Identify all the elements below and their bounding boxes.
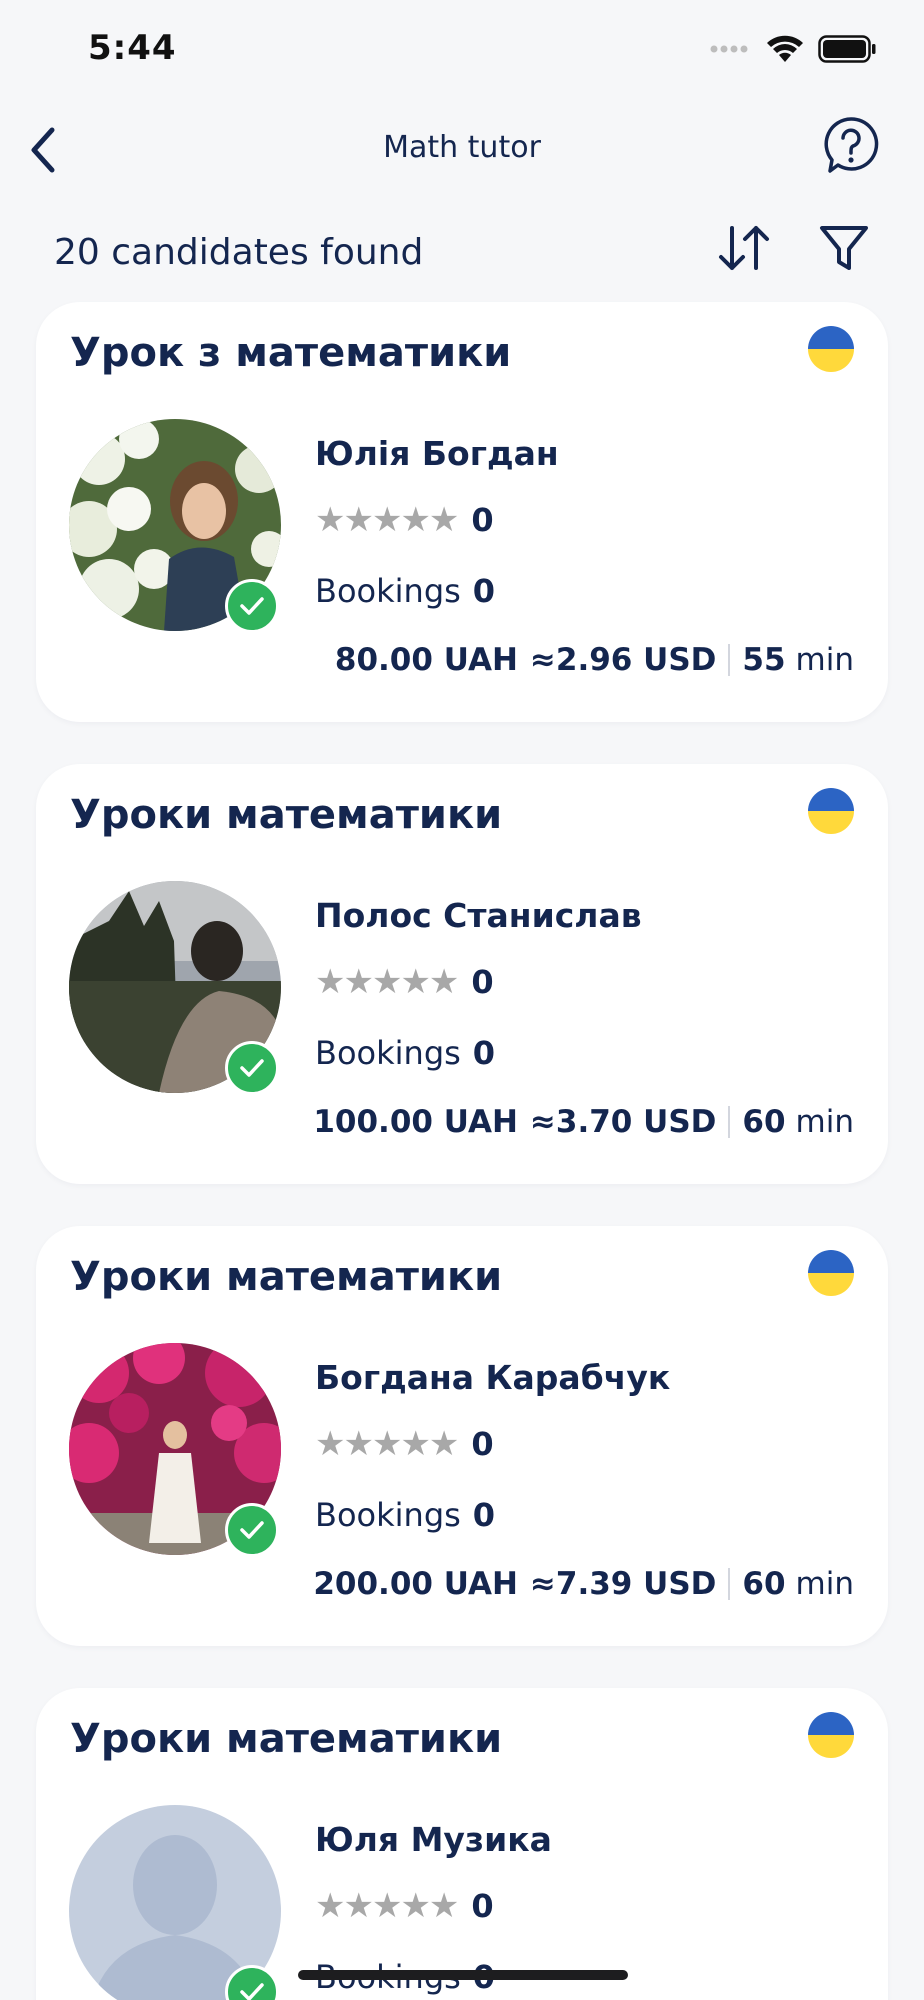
star-rating-icon: ★★★★★: [315, 1424, 459, 1464]
tutor-name: Юля Музика: [315, 1820, 552, 1859]
tutor-name: Юлія Богдан: [315, 434, 559, 473]
duration-unit: min: [795, 1566, 854, 1602]
bookings-label: Bookings: [315, 572, 461, 610]
rating-value: 0: [471, 1425, 494, 1463]
rating-value: 0: [471, 963, 494, 1001]
duration-value: 60: [742, 1104, 786, 1140]
card-title: Урок з математики: [70, 330, 512, 376]
cellular-signal-icon: [710, 45, 748, 53]
star-rating-icon: ★★★★★: [315, 962, 459, 1002]
star-rating-icon: ★★★★★: [315, 1886, 459, 1926]
duration-value: 60: [742, 1566, 786, 1602]
duration-unit: min: [795, 1104, 854, 1140]
nav-bar: Math tutor: [0, 100, 924, 200]
sort-icon[interactable]: [716, 222, 772, 274]
divider: [728, 644, 731, 676]
tutor-card[interactable]: Урок з математики Юлія Богдан ★★★★★ 0 Bo…: [36, 302, 888, 722]
rating: ★★★★★ 0: [315, 500, 494, 540]
results-count: 20 candidates found: [54, 232, 424, 273]
price-line: 100.00 UAH ≈3.70 USD 60 min: [313, 1104, 854, 1140]
home-indicator[interactable]: [298, 1970, 628, 1980]
rating: ★★★★★ 0: [315, 962, 494, 1002]
ukraine-flag-icon: [808, 1712, 854, 1758]
price: 100.00 UAH: [313, 1104, 518, 1140]
price-approx: ≈2.96 USD: [529, 642, 717, 678]
price: 80.00 UAH: [334, 642, 518, 678]
divider: [728, 1106, 731, 1138]
help-question-icon[interactable]: [822, 115, 880, 177]
card-title: Уроки математики: [70, 1254, 503, 1300]
bookings: Bookings 0: [315, 572, 495, 610]
battery-icon: [818, 35, 876, 63]
tutor-card[interactable]: Уроки математики Юля Музика ★★★★★ 0 Book…: [36, 1688, 888, 2000]
status-bar: 5:44: [0, 0, 924, 100]
status-icons: [710, 34, 876, 64]
bookings: Bookings 0: [315, 1034, 495, 1072]
star-rating-icon: ★★★★★: [315, 500, 459, 540]
bookings-label: Bookings: [315, 1034, 461, 1072]
price: 200.00 UAH: [313, 1566, 518, 1602]
bookings: Bookings 0: [315, 1496, 495, 1534]
verified-check-icon: [225, 579, 279, 633]
duration-value: 55: [742, 642, 786, 678]
price-approx: ≈3.70 USD: [529, 1104, 717, 1140]
card-title: Уроки математики: [70, 1716, 503, 1762]
bookings-count: 0: [472, 1496, 496, 1534]
rating: ★★★★★ 0: [315, 1886, 494, 1926]
divider: [728, 1568, 731, 1600]
filter-icon[interactable]: [818, 222, 870, 274]
rating-value: 0: [471, 501, 494, 539]
page-title: Math tutor: [383, 130, 541, 165]
price-approx: ≈7.39 USD: [529, 1566, 717, 1602]
wifi-icon: [767, 35, 803, 62]
bookings-count: 0: [472, 1034, 496, 1072]
results-bar: 20 candidates found: [0, 210, 924, 300]
bookings-label: Bookings: [315, 1496, 461, 1534]
card-title: Уроки математики: [70, 792, 503, 838]
price-line: 200.00 UAH ≈7.39 USD 60 min: [313, 1566, 854, 1602]
tutor-name: Полос Станислав: [315, 896, 642, 935]
verified-check-icon: [225, 1041, 279, 1095]
tutor-card[interactable]: Уроки математики Богдана Карабчук ★★★★★ …: [36, 1226, 888, 1646]
tutor-card[interactable]: Уроки математики Полос Станислав ★★★★★ 0…: [36, 764, 888, 1184]
rating: ★★★★★ 0: [315, 1424, 494, 1464]
ukraine-flag-icon: [808, 788, 854, 834]
verified-check-icon: [225, 1503, 279, 1557]
ukraine-flag-icon: [808, 326, 854, 372]
tutor-name: Богдана Карабчук: [315, 1358, 671, 1397]
ukraine-flag-icon: [808, 1250, 854, 1296]
bookings-count: 0: [472, 572, 496, 610]
rating-value: 0: [471, 1887, 494, 1925]
price-line: 80.00 UAH ≈2.96 USD 55 min: [335, 642, 854, 678]
duration-unit: min: [795, 642, 854, 678]
status-time: 5:44: [88, 28, 177, 68]
